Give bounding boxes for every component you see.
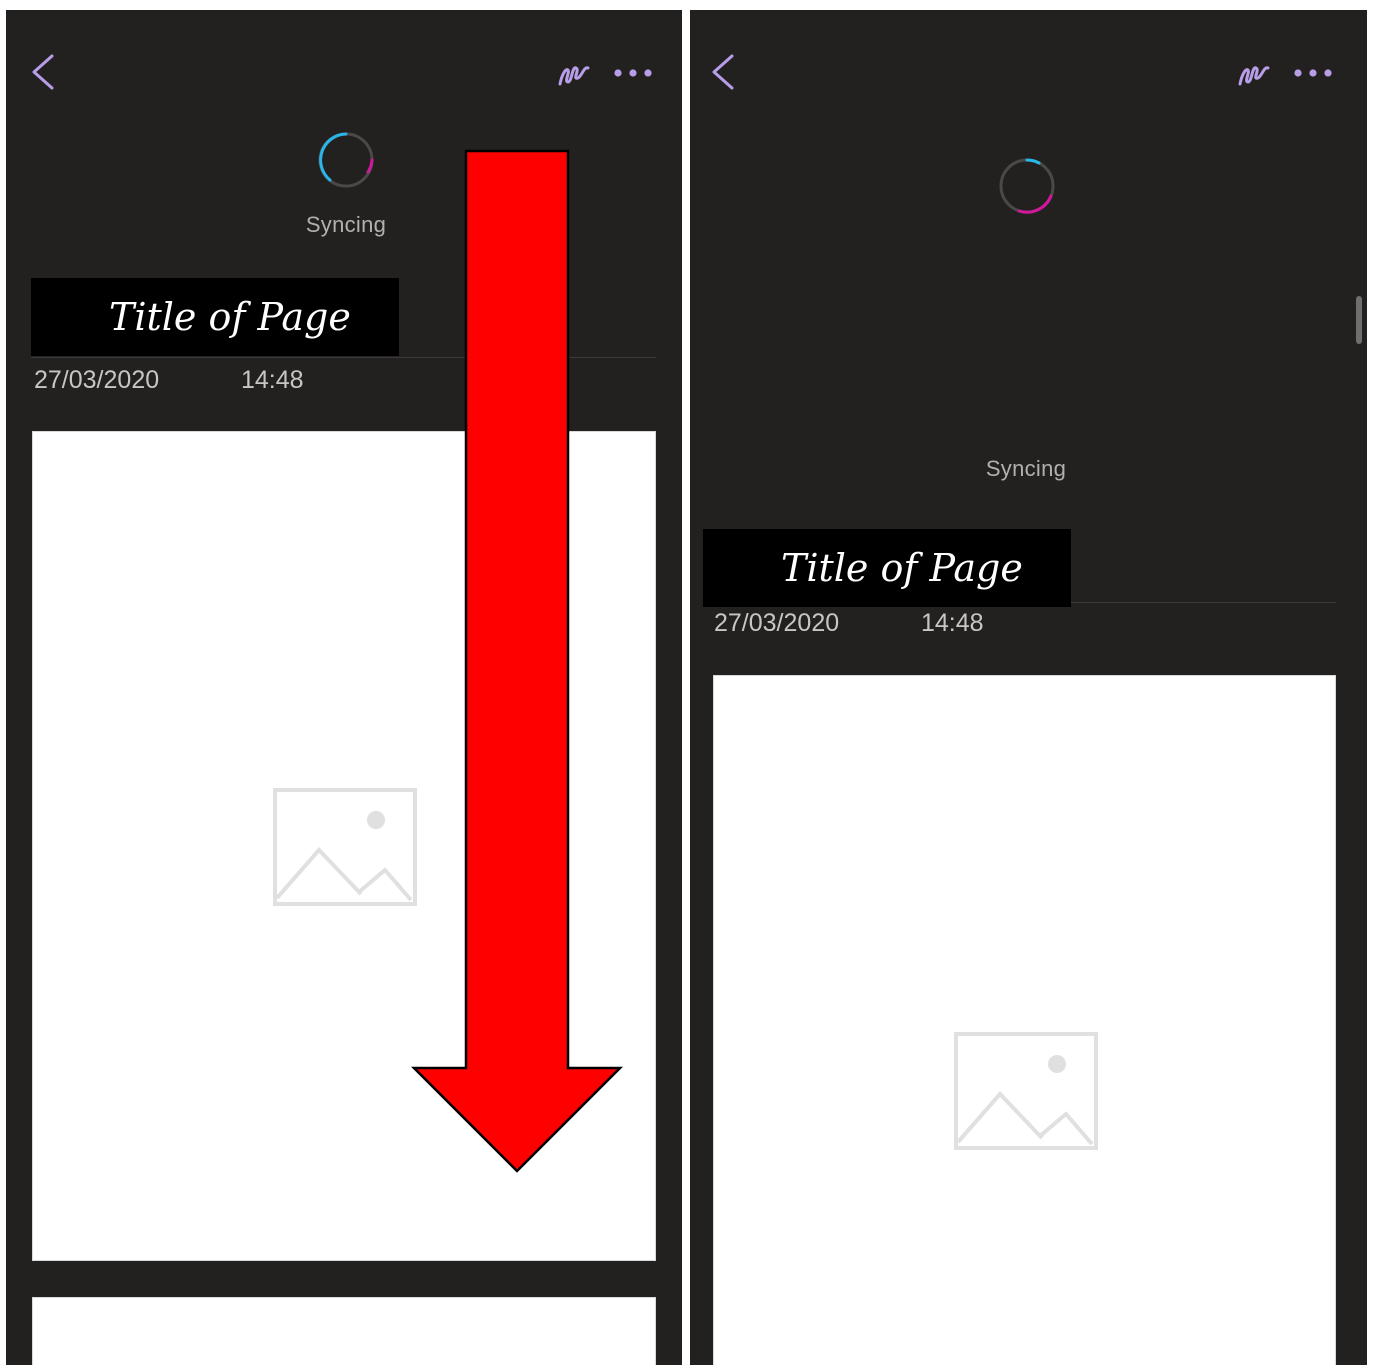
page-date: 27/03/2020 (714, 609, 840, 637)
sync-status-label: Syncing (985, 456, 1067, 481)
page-title[interactable]: Title of Page (703, 529, 1071, 607)
screen-after: Syncing Title of Page 27/03/2020 14:48 (690, 10, 1367, 1365)
page-canvas[interactable] (713, 675, 1336, 1365)
pen-squiggle-icon[interactable] (1236, 56, 1276, 90)
sync-spinner-icon (999, 158, 1055, 214)
image-placeholder-icon (954, 1032, 1098, 1150)
scroll-indicator[interactable] (1356, 296, 1362, 344)
pull-down-arrow-icon (410, 149, 624, 1173)
more-dots-icon[interactable] (1293, 66, 1333, 80)
back-chevron-icon[interactable] (706, 52, 742, 92)
page-time: 14:48 (921, 609, 984, 637)
screen-before: Syncing Title of Page 27/03/2020 14:48 (6, 10, 682, 1365)
